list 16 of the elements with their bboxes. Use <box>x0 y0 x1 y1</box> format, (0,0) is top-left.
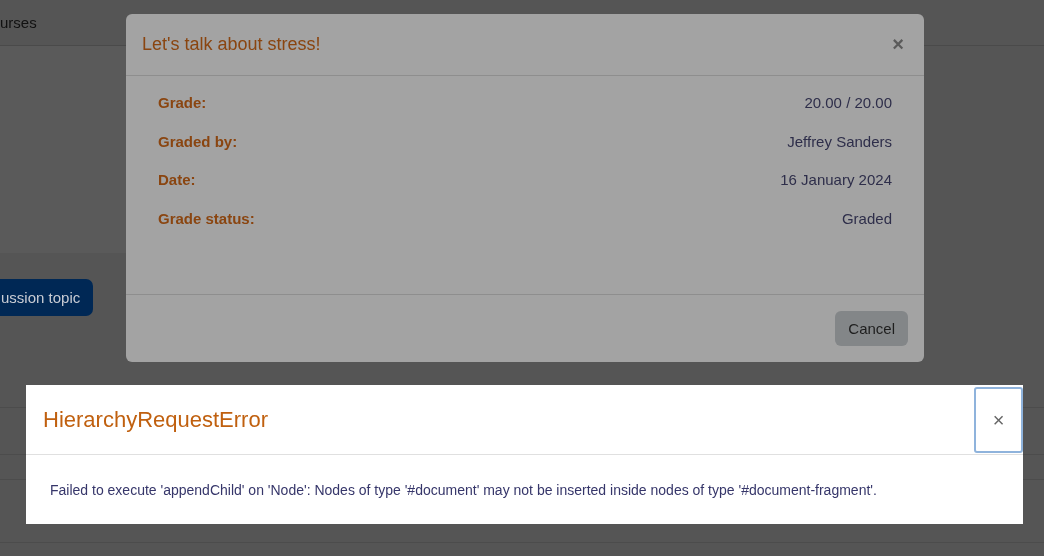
dialog-title: Let's talk about stress! <box>142 34 321 55</box>
field-value: 20.00 / 20.00 <box>804 94 892 113</box>
cancel-button[interactable]: Cancel <box>835 311 908 346</box>
nav-link[interactable]: urses <box>0 14 37 31</box>
field-value: Graded <box>841 209 892 229</box>
field-label: Graded by: <box>158 132 238 152</box>
field-label: Date: <box>158 171 196 190</box>
discussion-topic-button[interactable]: ussion topic <box>0 279 94 316</box>
error-message: Failed to execute 'appendChild' on 'Node': Nodes of type '#document' may not be inserted inside nodes of type '#document-fragment'. <box>50 481 877 498</box>
field-label: Grade status: <box>158 209 255 229</box>
close-button[interactable]: × <box>888 33 908 56</box>
field-label: Grade: <box>158 94 207 113</box>
field-value: 16 January 2024 <box>780 171 892 190</box>
field-value: Jeffrey Sanders <box>787 132 892 152</box>
error-title: HierarchyRequestError <box>43 406 268 433</box>
close-button[interactable]: × <box>974 387 1023 453</box>
